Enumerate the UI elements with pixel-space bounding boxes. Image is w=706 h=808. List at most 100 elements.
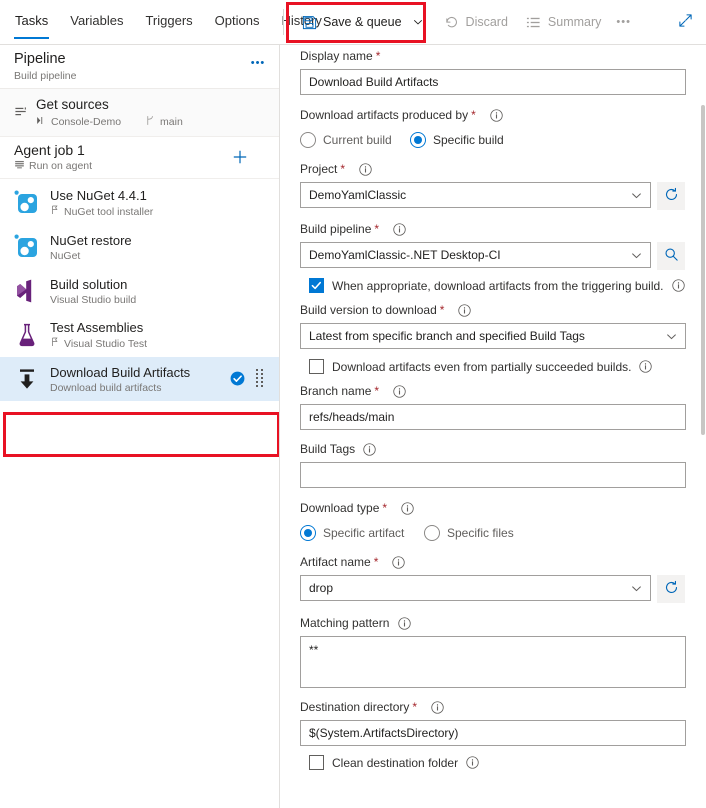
checkbox-triggering-build[interactable]: When appropriate, download artifacts fro…	[309, 278, 686, 293]
add-task-button[interactable]	[229, 146, 251, 168]
display-name-input[interactable]	[300, 69, 686, 95]
discard-button[interactable]: Discard	[435, 7, 517, 37]
list-icon	[526, 14, 542, 30]
radio-current-build[interactable]: Current build	[300, 132, 410, 148]
required-marker: *	[412, 700, 417, 715]
agent-job-subtitle: Run on agent	[29, 160, 92, 172]
build-tags-input[interactable]	[300, 462, 686, 488]
repository-name: Console-Demo	[51, 116, 121, 128]
info-icon[interactable]	[431, 701, 444, 714]
matching-pattern-textarea[interactable]: **	[300, 636, 686, 688]
branch-name: main	[160, 116, 183, 128]
task-row-use-nuget[interactable]: Use NuGet 4.4.1 NuGet tool installer	[0, 181, 279, 225]
pipeline-subtitle: Build pipeline	[14, 70, 265, 82]
task-text: NuGet restore NuGet	[50, 233, 132, 262]
top-bar: Tasks Variables Triggers Options History…	[0, 0, 706, 45]
build-pipeline-control-row: DemoYamlClassic-.NET Desktop-CI	[300, 242, 686, 270]
azure-devops-pipeline-editor: Tasks Variables Triggers Options History…	[0, 0, 706, 808]
info-icon[interactable]	[392, 556, 405, 569]
field-download-type: Download type * Specific artifact Specif…	[300, 501, 686, 541]
info-icon[interactable]	[639, 360, 652, 373]
destination-directory-label: Destination directory	[300, 700, 409, 715]
destination-directory-input[interactable]	[300, 720, 686, 746]
build-pipeline-search-button[interactable]	[657, 242, 685, 270]
settings-scrollbar[interactable]	[700, 45, 706, 808]
required-marker: *	[374, 222, 379, 237]
tab-tasks[interactable]: Tasks	[14, 13, 49, 39]
info-icon[interactable]	[490, 109, 503, 122]
expand-button[interactable]	[673, 10, 697, 34]
tab-triggers[interactable]: Triggers	[144, 13, 193, 37]
get-sources-text: Get sources Console-Demo main	[36, 97, 183, 129]
scrollbar-thumb[interactable]	[701, 105, 705, 435]
radio-specific-artifact-label: Specific artifact	[323, 526, 404, 540]
checkbox-box	[309, 359, 324, 374]
required-marker: *	[374, 555, 379, 570]
radio-specific-build[interactable]: Specific build	[410, 132, 504, 148]
branch-name-input[interactable]	[300, 404, 686, 430]
ellipsis-icon: •••	[251, 57, 266, 69]
tab-triggers-label: Triggers	[145, 13, 192, 28]
task-text: Download Build Artifacts Download build …	[50, 365, 190, 394]
project-select[interactable]: DemoYamlClassic	[300, 182, 651, 208]
save-and-queue-button[interactable]: Save & queue	[292, 7, 435, 37]
radio-dot	[300, 132, 316, 148]
test-flask-icon	[12, 320, 42, 350]
artifact-name-select[interactable]: drop	[300, 575, 651, 601]
info-icon[interactable]	[398, 617, 411, 630]
radio-specific-files-label: Specific files	[447, 526, 514, 540]
info-icon[interactable]	[363, 443, 376, 456]
pipeline-header[interactable]: Pipeline Build pipeline •••	[0, 45, 279, 89]
get-sources-row[interactable]: Get sources Console-Demo main	[0, 89, 279, 137]
build-version-label: Build version to download	[300, 303, 437, 318]
summary-button[interactable]: Summary	[517, 7, 610, 37]
agent-job-row[interactable]: Agent job 1 Run on agent	[0, 137, 279, 179]
artifact-name-refresh-button[interactable]	[657, 575, 685, 603]
overflow-menu-button[interactable]: •••	[610, 7, 637, 37]
task-row-download-build-artifacts[interactable]: Download Build Artifacts Download build …	[0, 357, 279, 401]
selected-task-highlight	[3, 412, 280, 457]
required-marker: *	[376, 49, 381, 64]
info-icon[interactable]	[401, 502, 414, 515]
info-icon[interactable]	[458, 304, 471, 317]
tab-options[interactable]: Options	[214, 13, 261, 37]
task-drag-handle[interactable]	[255, 368, 265, 390]
checkbox-triggering-build-label: When appropriate, download artifacts fro…	[332, 279, 664, 293]
info-icon[interactable]	[672, 279, 685, 292]
task-text: Build solution Visual Studio build	[50, 277, 136, 306]
task-title: Download Build Artifacts	[50, 365, 190, 380]
required-marker: *	[340, 162, 345, 177]
summary-label: Summary	[548, 15, 601, 29]
radio-specific-files[interactable]: Specific files	[424, 525, 514, 541]
visual-studio-icon	[12, 276, 42, 306]
info-icon[interactable]	[466, 756, 479, 769]
required-marker: *	[382, 501, 387, 516]
info-icon[interactable]	[359, 163, 372, 176]
build-version-select[interactable]: Latest from specific branch and specifie…	[300, 323, 686, 349]
info-icon[interactable]	[393, 385, 406, 398]
discard-label: Discard	[466, 15, 508, 29]
radio-specific-artifact[interactable]: Specific artifact	[300, 525, 424, 541]
checkbox-clean-destination[interactable]: Clean destination folder	[309, 755, 686, 770]
branch-name-label-row: Branch name *	[300, 384, 686, 399]
task-subtitle-wrap: NuGet tool installer	[50, 205, 153, 218]
task-row-test-assemblies[interactable]: Test Assemblies Visual Studio Test	[0, 313, 279, 357]
tab-variables[interactable]: Variables	[69, 13, 124, 37]
project-select-wrap: DemoYamlClassic	[300, 182, 651, 208]
checkbox-partially-succeeded[interactable]: Download artifacts even from partially s…	[309, 359, 686, 374]
task-row-nuget-restore[interactable]: NuGet restore NuGet	[0, 225, 279, 269]
info-icon[interactable]	[393, 223, 406, 236]
project-refresh-button[interactable]	[657, 182, 685, 210]
artifact-name-label-row: Artifact name *	[300, 555, 686, 570]
branch-name-label: Branch name	[300, 384, 371, 399]
task-row-build-solution[interactable]: Build solution Visual Studio build	[0, 269, 279, 313]
radio-current-build-label: Current build	[323, 133, 392, 147]
pipeline-menu-button[interactable]: •••	[247, 53, 269, 73]
artifact-name-control-row: drop	[300, 575, 686, 603]
display-name-label-row: Display name *	[300, 49, 686, 64]
agent-job-text: Agent job 1 Run on agent	[14, 142, 92, 173]
field-project: Project * DemoYamlClassic	[300, 162, 686, 210]
produced-by-radio-group: Current build Specific build	[300, 132, 686, 148]
task-title: NuGet restore	[50, 233, 132, 248]
build-pipeline-select[interactable]: DemoYamlClassic-.NET Desktop-CI	[300, 242, 651, 268]
